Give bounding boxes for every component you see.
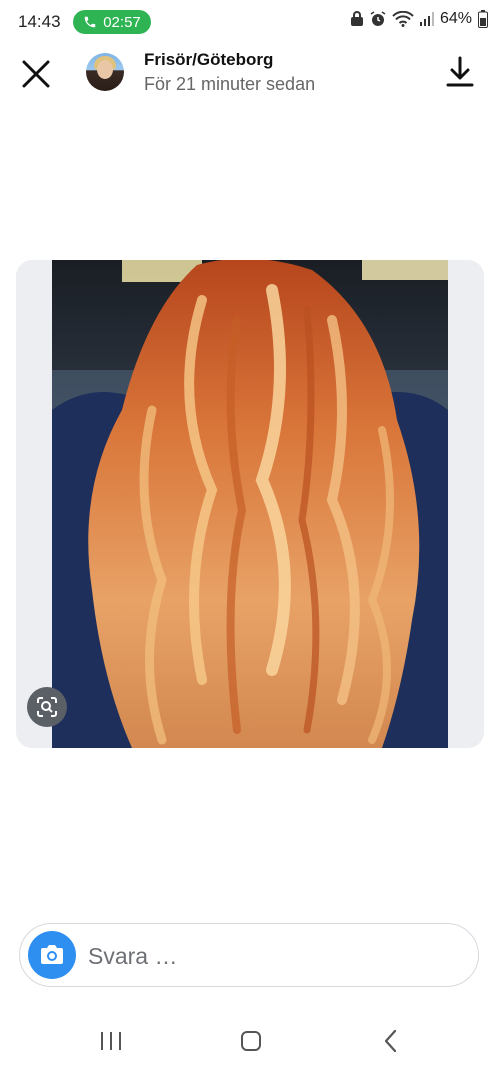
visual-search-button[interactable] [27,687,67,727]
status-time: 14:43 [18,12,61,31]
signal-icon [419,12,434,26]
sender-name[interactable]: Frisör/Göteborg [144,50,273,70]
ongoing-call-pill[interactable]: 02:57 [73,10,151,34]
story-header: Frisör/Göteborg För 21 minuter sedan [0,44,500,104]
camera-button[interactable] [28,931,76,979]
alarm-icon [370,11,386,26]
download-button[interactable] [444,54,476,90]
recent-apps-button[interactable] [91,1024,131,1058]
camera-icon [41,945,63,964]
close-icon [22,60,50,88]
avatar[interactable] [86,53,124,91]
post-timestamp: För 21 minuter sedan [144,74,316,94]
battery-icon [478,10,488,28]
system-nav-bar [0,1010,500,1072]
reply-bar [19,923,479,987]
home-button[interactable] [231,1024,271,1058]
visual-search-icon [37,697,57,717]
recent-apps-icon [101,1032,121,1050]
home-icon [241,1031,261,1051]
reply-input[interactable] [86,934,470,978]
back-icon [384,1029,397,1053]
back-button[interactable] [371,1024,411,1058]
wifi-icon [392,11,414,27]
story-image-card[interactable] [16,260,484,748]
phone-icon [84,16,96,28]
download-icon [446,56,474,87]
call-timer: 02:57 [103,13,141,31]
battery-percent: 64% [439,10,472,27]
status-icons: 64% [350,10,488,28]
hair-photo-illustration [52,260,448,748]
close-button[interactable] [18,56,54,92]
status-bar: 14:43 02:57 64% [0,0,500,44]
lock-icon [350,11,363,26]
hair-photo [52,260,448,748]
